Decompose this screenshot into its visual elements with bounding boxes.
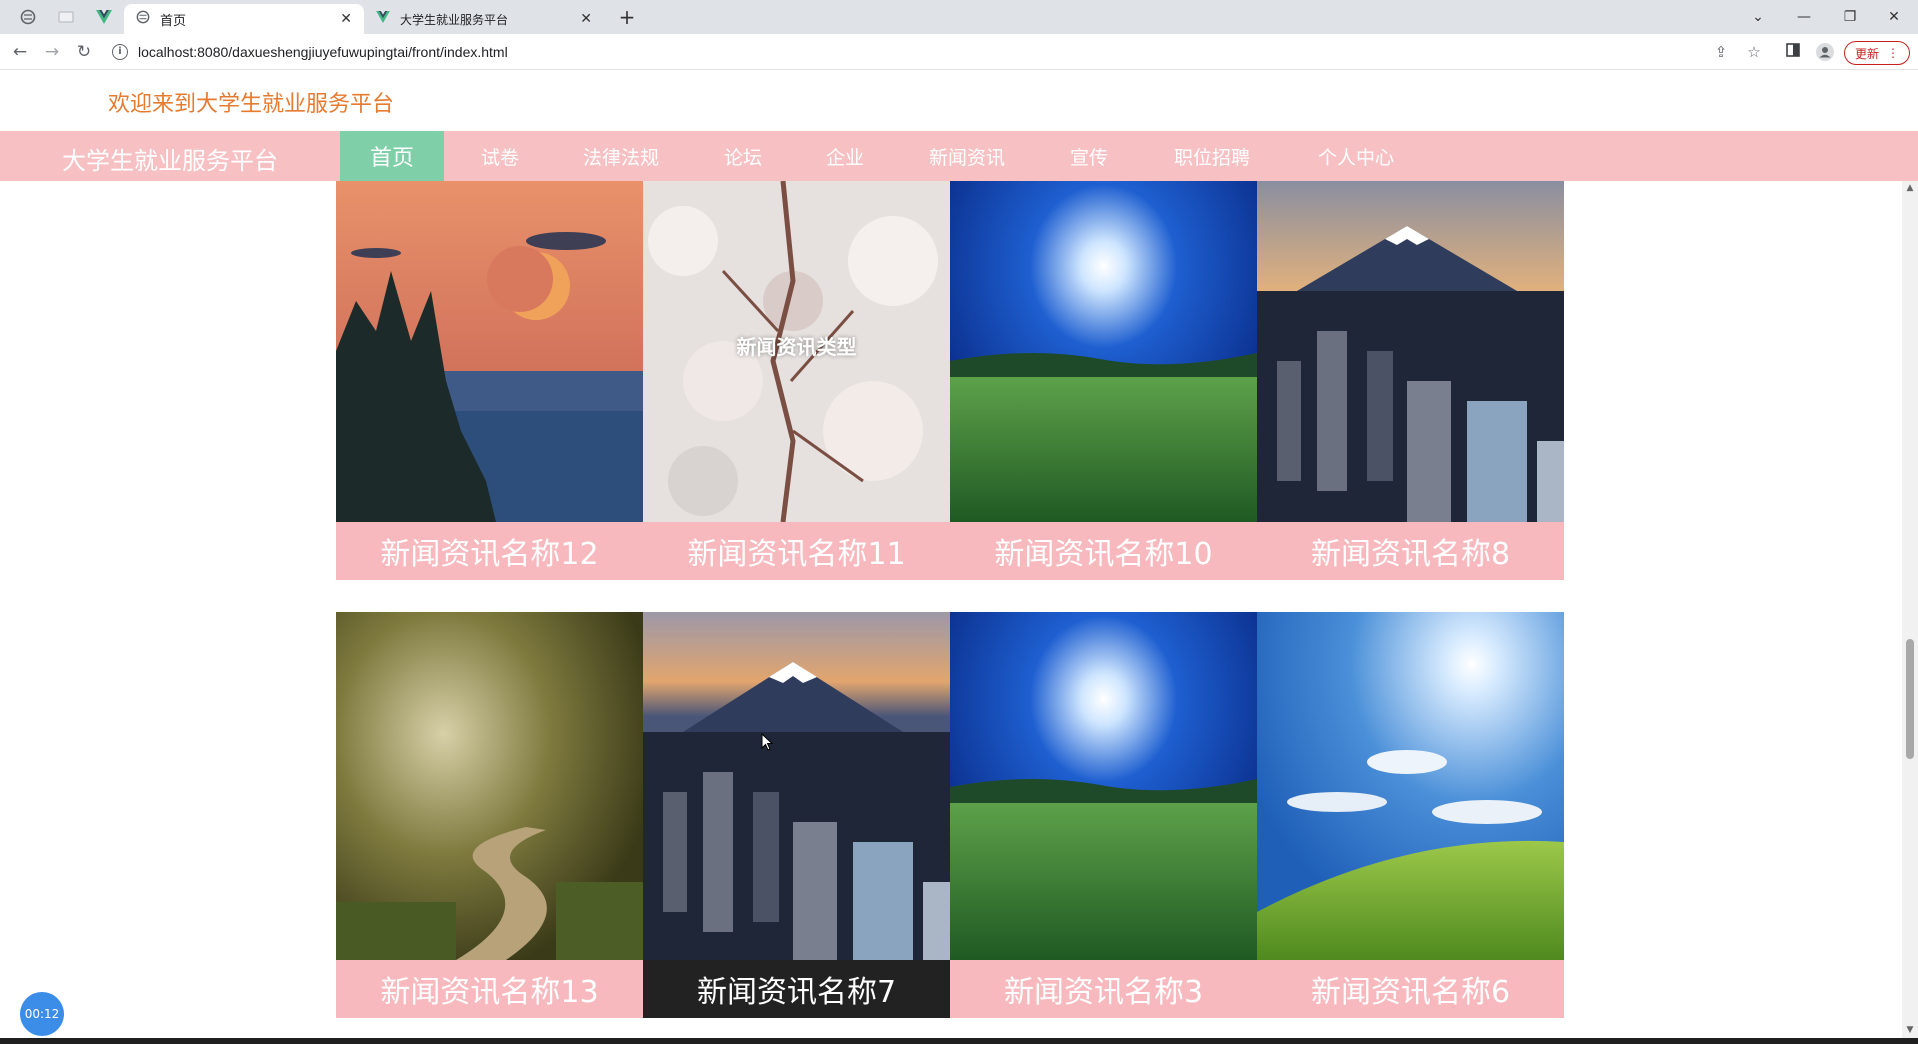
- news-image-lake-moon[interactable]: [336, 181, 643, 522]
- new-tab-icon[interactable]: +: [615, 6, 639, 30]
- news-image-sky-hill[interactable]: [1257, 612, 1564, 960]
- news-card[interactable]: 新闻资讯名称8: [1257, 181, 1564, 580]
- news-card[interactable]: 新闻资讯名称13: [336, 612, 643, 1018]
- address-bar: ← → ↻ i localhost:8080/daxueshengjiuyefu…: [0, 34, 1918, 70]
- minimize-icon[interactable]: —: [1784, 4, 1824, 30]
- tab-title: 首页: [160, 13, 187, 29]
- close-icon[interactable]: ✕: [580, 11, 592, 27]
- scroll-down-icon[interactable]: ▼: [1905, 1025, 1915, 1035]
- news-title[interactable]: 新闻资讯名称3: [950, 960, 1257, 1018]
- news-card[interactable]: 新闻资讯名称7: [643, 612, 950, 1018]
- scroll-up-icon[interactable]: ▲: [1905, 183, 1915, 193]
- blank-page-icon[interactable]: [52, 6, 80, 28]
- tab-platform[interactable]: 大学生就业服务平台 ✕: [364, 4, 604, 34]
- globe-icon: [136, 10, 150, 28]
- news-image-cherry-blossom[interactable]: 新闻资讯类型: [643, 181, 950, 522]
- nav-news[interactable]: 新闻资讯: [912, 131, 1022, 181]
- nav-home[interactable]: 首页: [340, 131, 444, 181]
- main-navbar: 大学生就业服务平台 首页 试卷 法律法规 论坛 企业 新闻资讯 宣传 职位招聘 …: [0, 131, 1918, 181]
- close-icon[interactable]: ✕: [340, 11, 352, 27]
- news-type-overlay: 新闻资讯类型: [736, 335, 857, 359]
- nav-company[interactable]: 企业: [802, 131, 888, 181]
- side-panel-icon[interactable]: [1784, 43, 1802, 61]
- chevron-down-icon[interactable]: ⌄: [1738, 4, 1778, 30]
- url-field[interactable]: i localhost:8080/daxueshengjiuyefuwuping…: [112, 38, 1732, 66]
- news-image-fuji-city[interactable]: [1257, 181, 1564, 522]
- mouse-cursor-icon: [761, 732, 774, 755]
- taskbar-edge: [0, 1038, 1918, 1044]
- news-grid: 新闻资讯名称12 新闻资讯类型 新闻资讯名称11 新闻资讯名称10 新闻资讯名称…: [0, 181, 1902, 1038]
- news-image-sun-meadow[interactable]: [950, 612, 1257, 960]
- news-image-forest-path[interactable]: [336, 612, 643, 960]
- globe-icon[interactable]: [14, 6, 42, 28]
- news-card[interactable]: 新闻资讯名称10: [950, 181, 1257, 580]
- nav-forum[interactable]: 论坛: [700, 131, 786, 181]
- news-card[interactable]: 新闻资讯名称3: [950, 612, 1257, 1018]
- tab-title: 大学生就业服务平台: [400, 12, 509, 27]
- vue-icon: [376, 11, 390, 27]
- scroll-thumb[interactable]: [1906, 639, 1914, 759]
- info-icon[interactable]: i: [112, 44, 128, 60]
- news-card[interactable]: 新闻资讯名称12: [336, 181, 643, 580]
- news-image-fuji-city[interactable]: [643, 612, 950, 960]
- news-title[interactable]: 新闻资讯名称8: [1257, 522, 1564, 580]
- nav-promo[interactable]: 宣传: [1046, 131, 1132, 181]
- nav-laws[interactable]: 法律法规: [568, 131, 674, 181]
- share-icon[interactable]: ⇪: [1712, 43, 1730, 61]
- nav-exam[interactable]: 试卷: [455, 131, 545, 181]
- restore-icon[interactable]: ❐: [1830, 4, 1870, 30]
- browser-tab-bar: 首页 ✕ 大学生就业服务平台 ✕ + ⌄ — ❐ ✕: [0, 0, 1918, 34]
- news-card[interactable]: 新闻资讯名称6: [1257, 612, 1564, 1018]
- news-title[interactable]: 新闻资讯名称12: [336, 522, 643, 580]
- news-title[interactable]: 新闻资讯名称11: [643, 522, 950, 580]
- nav-profile[interactable]: 个人中心: [1300, 131, 1412, 181]
- profile-icon[interactable]: [1816, 43, 1834, 61]
- url-text[interactable]: localhost:8080/daxueshengjiuyefuwupingta…: [138, 44, 508, 60]
- close-window-icon[interactable]: ✕: [1874, 4, 1914, 30]
- news-title[interactable]: 新闻资讯名称7: [643, 960, 950, 1018]
- welcome-text: 欢迎来到大学生就业服务平台: [108, 92, 395, 117]
- back-icon[interactable]: ←: [8, 40, 32, 64]
- page-scrollbar[interactable]: ▲ ▼: [1902, 181, 1918, 1038]
- star-icon[interactable]: ☆: [1745, 43, 1763, 61]
- reload-icon[interactable]: ↻: [72, 40, 96, 64]
- brand-title: 大学生就业服务平台: [62, 147, 278, 175]
- update-button[interactable]: 更新 ⋮: [1844, 41, 1910, 65]
- tab-home[interactable]: 首页 ✕: [124, 4, 364, 34]
- news-image-sun-meadow[interactable]: [950, 181, 1257, 522]
- news-title[interactable]: 新闻资讯名称10: [950, 522, 1257, 580]
- nav-jobs[interactable]: 职位招聘: [1156, 131, 1268, 181]
- recording-timer[interactable]: 00:12: [20, 992, 64, 1036]
- news-card[interactable]: 新闻资讯类型 新闻资讯名称11: [643, 181, 950, 580]
- update-label: 更新: [1854, 46, 1879, 61]
- news-title[interactable]: 新闻资讯名称13: [336, 960, 643, 1018]
- forward-icon[interactable]: →: [40, 40, 64, 64]
- vue-icon[interactable]: [90, 6, 118, 28]
- more-icon: ⋮: [1887, 46, 1899, 60]
- news-title[interactable]: 新闻资讯名称6: [1257, 960, 1564, 1018]
